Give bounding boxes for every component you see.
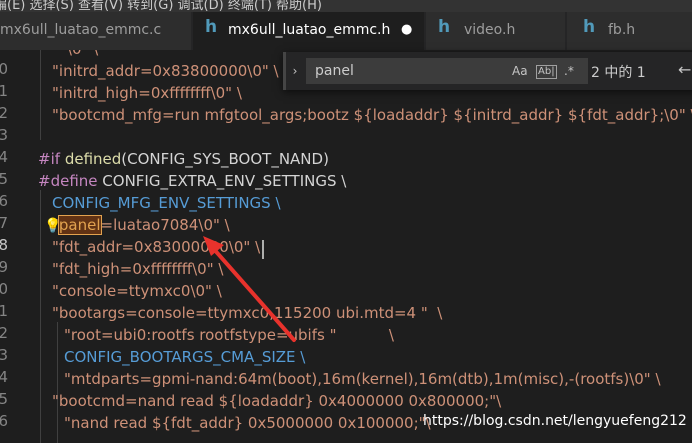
red-annotation-arrow (203, 236, 296, 342)
watermark: https://blog.csdn.net/lengyuefeng212 (423, 413, 687, 429)
